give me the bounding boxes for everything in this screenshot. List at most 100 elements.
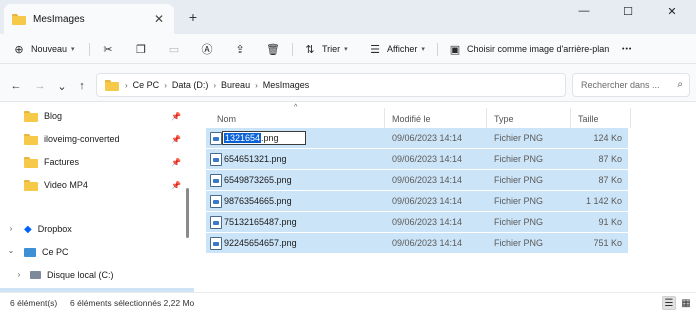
drive-icon	[30, 271, 41, 279]
sidebar-item-iloveimg-converted[interactable]: iloveimg-converted	[24, 129, 120, 149]
column-header-modified[interactable]: Modifié le	[392, 110, 431, 128]
sort-label: Trier	[322, 44, 341, 54]
chevron-down-icon[interactable]: ⌄	[6, 246, 16, 255]
sidebar-item-disque-local[interactable]: Disque local (C:)	[30, 265, 114, 285]
new-label: Nouveau	[31, 44, 68, 54]
sidebar-item-label: Disque local (C:)	[47, 270, 114, 280]
rename-input[interactable]: 1321654 .png	[222, 131, 306, 145]
address-bar[interactable]: › Ce PC › Data (D:) › Bureau › MesImages	[96, 73, 566, 97]
wallpaper-icon: ▣	[449, 43, 461, 56]
column-header-name[interactable]: Nom	[217, 110, 236, 128]
folder-icon	[24, 133, 38, 145]
plus-circle-icon: ⊕	[14, 43, 24, 56]
rename-icon: Ⓐ	[201, 44, 213, 56]
rename-extension: .png	[261, 133, 279, 143]
new-tab-button[interactable]: +	[184, 8, 202, 26]
details-view-button[interactable]: ☰	[662, 296, 676, 310]
tab-close-icon[interactable]: ✕	[150, 10, 168, 28]
sidebar-item-video-mp4[interactable]: Video MP4	[24, 175, 88, 195]
cell-modified: 09/06/2023 14:14	[392, 133, 463, 143]
tiles-view-button[interactable]: ▦	[679, 296, 693, 310]
search-input[interactable]: Rechercher dans ... ⌕	[572, 73, 690, 97]
table-row[interactable]: 1321654 .png 09/06/2023 14:14 Fichier PNG…	[206, 128, 628, 148]
paste-icon: ▭	[168, 43, 180, 56]
cell-name: 9876354665.png	[224, 196, 292, 206]
chevron-down-icon: ▾	[344, 46, 348, 53]
chevron-right-icon: ›	[125, 80, 128, 90]
back-arrow-icon[interactable]: ←	[8, 78, 24, 94]
status-bar: 6 élément(s) 6 éléments sélectionnés 2,2…	[0, 292, 696, 312]
cell-name: 654651321.png	[224, 154, 287, 164]
table-row[interactable]: 92245654657.png 09/06/2023 14:14 Fichier…	[206, 233, 628, 253]
new-button[interactable]: ⊕ Nouveau ▾	[12, 40, 75, 58]
sidebar-scrollbar[interactable]	[186, 188, 189, 238]
recent-locations-chevron-icon[interactable]: ⌄	[54, 78, 70, 94]
toolbar-divider	[292, 43, 293, 56]
sidebar-item-label: Ce PC	[42, 247, 69, 257]
cell-size: 87 Ko	[598, 154, 622, 164]
breadcrumb-mesimages[interactable]: MesImages	[263, 80, 310, 90]
cell-type: Fichier PNG	[494, 238, 544, 248]
sidebar-item-dropbox[interactable]: ◆ Dropbox	[24, 219, 72, 239]
cell-size: 751 Ko	[593, 238, 622, 248]
folder-icon	[105, 79, 119, 91]
rename-button[interactable]: Ⓐ	[200, 40, 219, 58]
chevron-down-icon: ▾	[421, 46, 425, 53]
cell-size: 91 Ko	[598, 217, 622, 227]
sidebar-item-ce-pc[interactable]: Ce PC	[24, 242, 69, 262]
address-row: ← → ⌄ ↑ › Ce PC › Data (D:) › Bureau › M…	[0, 64, 696, 102]
up-arrow-icon[interactable]: ↑	[74, 78, 90, 94]
more-icon: •••	[622, 45, 633, 53]
table-row[interactable]: 6549873265.png 09/06/2023 14:14 Fichier …	[206, 170, 628, 190]
more-options-button[interactable]: •••	[622, 40, 632, 58]
chevron-right-icon: ›	[164, 80, 167, 90]
pin-icon: 📌	[171, 135, 181, 144]
command-bar: ⊕ Nouveau ▾ ✂ ❐ ▭ Ⓐ ⇪ 🗑 ⇅ Trier ▾ ☰ Affi…	[0, 34, 696, 64]
cell-size: 1 142 Ko	[585, 196, 622, 206]
breadcrumb-data-d[interactable]: Data (D:)	[172, 80, 209, 90]
item-count: 6 élément(s)	[10, 298, 58, 308]
png-file-icon	[210, 237, 222, 250]
table-row[interactable]: 654651321.png 09/06/2023 14:14 Fichier P…	[206, 149, 628, 169]
pin-icon: 📌	[171, 158, 181, 167]
maximize-button[interactable]: ☐	[606, 2, 650, 20]
cell-modified: 09/06/2023 14:14	[392, 196, 463, 206]
cell-name: 75132165487.png	[224, 217, 297, 227]
minimize-button[interactable]: —	[562, 2, 606, 20]
set-wallpaper-button[interactable]: ▣ Choisir comme image d'arrière-plan	[448, 40, 609, 58]
forward-arrow-icon[interactable]: →	[32, 78, 48, 94]
share-button[interactable]: ⇪	[233, 40, 252, 58]
column-divider[interactable]	[486, 108, 487, 128]
sidebar-item-blog[interactable]: Blog	[24, 106, 62, 126]
column-divider[interactable]	[570, 108, 571, 128]
table-row[interactable]: 9876354665.png 09/06/2023 14:14 Fichier …	[206, 191, 628, 211]
column-divider[interactable]	[630, 108, 631, 128]
column-divider[interactable]	[384, 108, 385, 128]
cut-button[interactable]: ✂	[101, 40, 120, 58]
close-window-button[interactable]: ✕	[650, 2, 694, 20]
breadcrumb-bureau[interactable]: Bureau	[221, 80, 250, 90]
sidebar-item-label: Dropbox	[37, 224, 72, 234]
view-button[interactable]: ☰ Afficher ▾	[368, 40, 425, 58]
view-icon: ☰	[370, 43, 380, 56]
cell-type: Fichier PNG	[494, 196, 544, 206]
sort-ascending-icon: ^	[294, 104, 298, 111]
chevron-right-icon[interactable]: ›	[14, 270, 24, 279]
breadcrumb-ce-pc[interactable]: Ce PC	[133, 80, 160, 90]
cut-icon: ✂	[103, 43, 113, 56]
toolbar-divider	[89, 43, 90, 56]
tab-mesimages[interactable]: MesImages ✕	[4, 4, 174, 34]
tab-title: MesImages	[33, 13, 85, 25]
sort-button[interactable]: ⇅ Trier ▾	[303, 40, 348, 58]
column-header-size[interactable]: Taille	[578, 110, 599, 128]
rename-selected-text: 1321654	[224, 133, 262, 143]
paste-button[interactable]: ▭	[167, 40, 186, 58]
copy-button[interactable]: ❐	[134, 40, 153, 58]
chevron-right-icon[interactable]: ›	[6, 224, 16, 233]
table-row[interactable]: 75132165487.png 09/06/2023 14:14 Fichier…	[206, 212, 628, 232]
column-header-type[interactable]: Type	[494, 110, 514, 128]
chevron-down-icon: ▾	[71, 46, 75, 53]
cell-name: 92245654657.png	[224, 238, 297, 248]
sidebar-item-factures[interactable]: Factures	[24, 152, 79, 172]
delete-button[interactable]: 🗑	[266, 40, 285, 58]
